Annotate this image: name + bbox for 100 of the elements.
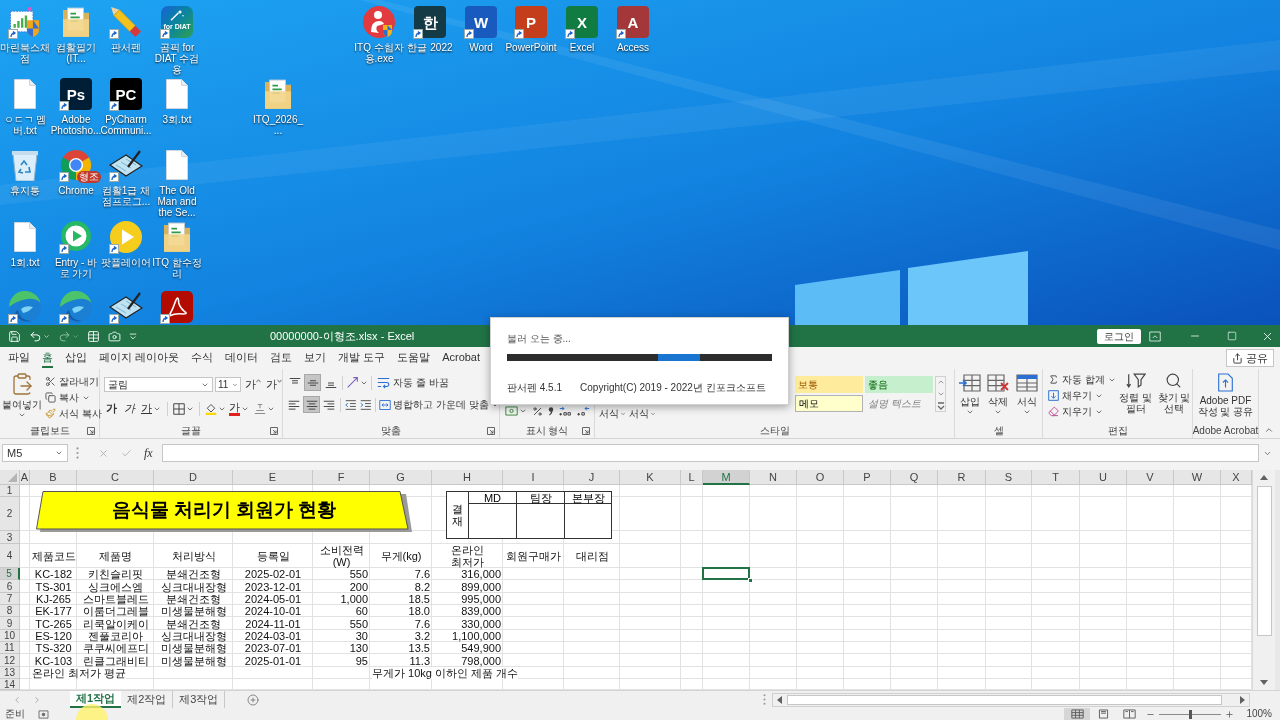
column-header[interactable]: Q — [891, 470, 938, 485]
ribbon-tab[interactable]: 검토 — [270, 348, 293, 368]
row-header[interactable]: 9 — [0, 617, 20, 630]
icon-label[interactable]: ITQ 함수정리 — [151, 257, 203, 279]
active-cell[interactable] — [702, 567, 750, 580]
play-icon[interactable] — [60, 221, 92, 253]
zoom-in-icon[interactable] — [1225, 709, 1235, 719]
percent-icon[interactable] — [532, 405, 543, 417]
swirl-tile-icon[interactable] — [161, 291, 193, 323]
sheet-tab[interactable]: 제1작업 — [70, 691, 122, 708]
column-header[interactable]: G — [370, 470, 432, 485]
icon-label[interactable]: The Old Man and the Se... — [151, 185, 203, 218]
paste-button[interactable]: 붙여넣기 — [2, 372, 42, 425]
border-icon[interactable] — [173, 402, 185, 415]
share-button[interactable]: 공유 — [1226, 349, 1274, 367]
cell-style-option[interactable]: 메모 — [795, 395, 863, 412]
ribbon-tab[interactable]: 도움말 — [397, 348, 431, 368]
clear-button[interactable]: 지우기 — [1048, 404, 1116, 419]
sort-filter-button[interactable]: 정렬 및 필터 — [1117, 372, 1154, 419]
row-header[interactable]: 1 — [0, 485, 20, 497]
dialog-launcher-icon[interactable] — [270, 427, 278, 436]
letter-logo[interactable]: X — [566, 6, 598, 38]
folder-icon[interactable] — [164, 222, 190, 252]
scroll-down-icon[interactable] — [1260, 680, 1268, 685]
row-header[interactable]: 6 — [0, 580, 20, 593]
create-pdf-button[interactable]: Adobe PDF 작성 및 공유 — [1193, 369, 1258, 417]
splitter-icon[interactable] — [76, 447, 79, 459]
play-icon[interactable] — [110, 221, 142, 253]
swirl-logo-icon[interactable] — [9, 291, 41, 323]
letter-logo[interactable]: 한 — [414, 6, 446, 38]
icon-label[interactable]: 팟플레이어 — [101, 257, 151, 268]
column-header[interactable]: L — [681, 470, 703, 485]
increase-indent-icon[interactable] — [359, 398, 372, 411]
document-icon[interactable] — [166, 150, 188, 180]
italic-button[interactable]: 가 — [122, 402, 137, 415]
column-header[interactable]: W — [1174, 470, 1221, 485]
ribbon-tab[interactable]: 보기 — [304, 348, 327, 368]
align-middle-button[interactable] — [304, 374, 321, 391]
insert-function-button[interactable]: fx — [144, 446, 153, 460]
formula-input[interactable] — [161, 444, 1259, 462]
scroll-left-icon[interactable] — [777, 695, 782, 704]
column-header[interactable]: U — [1080, 470, 1127, 485]
column-header[interactable]: N — [750, 470, 797, 485]
row-header[interactable]: 4 — [0, 544, 20, 568]
font-size-field[interactable]: 11 — [215, 377, 241, 392]
column-header[interactable]: H — [432, 470, 503, 485]
font-color-button[interactable]: 가 — [229, 401, 249, 416]
undo-icon[interactable] — [29, 329, 42, 343]
dialog-launcher-icon[interactable] — [582, 427, 590, 436]
wrap-text-button[interactable]: 자동 줄 바꿈 — [377, 376, 449, 389]
row-header[interactable]: 3 — [0, 531, 20, 544]
scroll-up-icon[interactable] — [1260, 475, 1268, 480]
folder-icon[interactable] — [265, 79, 291, 109]
column-header[interactable]: D — [154, 470, 233, 485]
bold-button[interactable]: 가 — [104, 402, 119, 415]
maximize-icon[interactable] — [1227, 331, 1237, 341]
ribbon-tab[interactable]: 파일 — [8, 348, 30, 368]
dialog-launcher-icon[interactable] — [487, 427, 495, 436]
column-header[interactable]: O — [797, 470, 844, 485]
cut-button[interactable]: 잘라내기 — [45, 374, 102, 389]
camera-icon[interactable] — [108, 329, 121, 343]
find-select-button[interactable]: 찾기 및 선택 — [1155, 372, 1192, 419]
gallery-scroller[interactable] — [935, 376, 946, 412]
icon-label[interactable]: 1회.txt — [10, 257, 40, 268]
save-icon[interactable] — [8, 329, 21, 343]
swirl-logo-icon[interactable] — [60, 291, 92, 323]
grow-font-button[interactable]: 가 — [245, 378, 261, 391]
zoom-slider[interactable] — [1159, 709, 1222, 719]
icon-label[interactable]: Entry - 바로 가기 — [50, 257, 102, 279]
scrollbar-thumb[interactable] — [787, 694, 1222, 705]
column-header[interactable]: T — [1032, 470, 1080, 485]
column-header[interactable]: K — [620, 470, 681, 485]
phonetic-guide-icon[interactable] — [254, 402, 266, 415]
person-logo-icon[interactable] — [363, 6, 395, 38]
cell-style-option[interactable]: 설명 텍스트 — [865, 395, 933, 412]
cell-style-option[interactable]: 좋음 — [865, 376, 933, 393]
text-angle-icon[interactable] — [346, 376, 359, 389]
decrease-indent-icon[interactable] — [345, 398, 357, 411]
document-icon[interactable] — [14, 222, 36, 252]
shrink-font-button[interactable]: 가 — [266, 378, 282, 391]
underline-button[interactable]: 가 — [140, 402, 162, 415]
column-header[interactable]: E — [233, 470, 313, 485]
name-box[interactable]: M5 — [2, 444, 68, 462]
normal-view-button[interactable] — [1064, 708, 1091, 720]
document-icon[interactable] — [166, 79, 188, 109]
copy-button[interactable]: 복사 — [45, 390, 102, 405]
ribbon-display-icon[interactable] — [1149, 330, 1161, 342]
fill-color-icon[interactable] — [205, 402, 217, 415]
table-icon[interactable] — [87, 329, 100, 343]
column-header[interactable]: B — [30, 470, 77, 485]
scrollbar-thumb[interactable] — [1256, 486, 1272, 636]
dialog-launcher-icon[interactable] — [87, 427, 95, 436]
comma-style-icon[interactable] — [548, 406, 554, 416]
column-header[interactable]: R — [938, 470, 986, 485]
scroll-right-icon[interactable] — [1240, 695, 1245, 704]
column-header[interactable]: C — [77, 470, 154, 485]
redo-icon[interactable] — [58, 329, 71, 343]
add-sheet-icon[interactable] — [247, 693, 260, 706]
row-header[interactable]: 8 — [0, 605, 20, 617]
font-name-field[interactable]: 굴림 — [104, 377, 213, 392]
